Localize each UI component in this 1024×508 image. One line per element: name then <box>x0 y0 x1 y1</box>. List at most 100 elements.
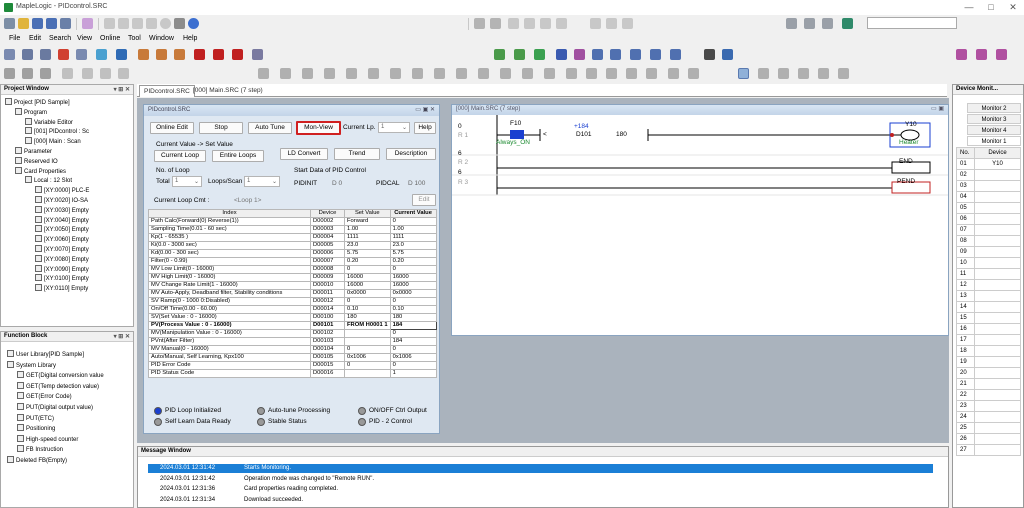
ld20-icon[interactable] <box>668 68 679 79</box>
blue1-icon[interactable] <box>556 49 567 60</box>
message-line[interactable]: 2024.03.01 12:31:42 Operation mode was ch… <box>148 475 933 484</box>
mon3-icon[interactable] <box>798 68 809 79</box>
grid-icon[interactable] <box>82 18 93 29</box>
table-row[interactable]: Filter(0 - 0.99) D00007 0.20 0.20 <box>148 257 437 266</box>
mon2-icon[interactable] <box>778 68 789 79</box>
ld8-icon[interactable] <box>412 68 423 79</box>
paste-icon[interactable] <box>132 18 143 29</box>
row-set-value[interactable]: 0.10 <box>344 305 391 314</box>
function-block-item[interactable]: System Library <box>7 360 56 371</box>
ladder-window-controls[interactable]: ▭ ▣ <box>931 105 944 112</box>
tool2-icon[interactable] <box>156 49 167 60</box>
cut-icon[interactable] <box>104 18 115 29</box>
project-tree-item[interactable]: Local : 12 Slot <box>25 176 72 186</box>
row-set-value[interactable]: 16000 <box>344 281 391 290</box>
device-row[interactable]: 13 <box>956 290 1021 302</box>
device-row[interactable]: 12 <box>956 279 1021 291</box>
table-row[interactable]: PID Error Code D00015 0 0 <box>148 361 437 370</box>
table-row[interactable]: Ki(0.0 - 3000 sec) D00005 23.0 23.0 <box>148 241 437 250</box>
print-icon[interactable] <box>174 18 185 29</box>
row-set-value[interactable]: 0x0000 <box>344 289 391 298</box>
table-row[interactable]: MV Auto-Apply, Deadband filter, Stabilit… <box>148 289 437 298</box>
device-row[interactable]: 09 <box>956 246 1021 258</box>
undo-icon[interactable] <box>474 18 485 29</box>
coil-icon[interactable] <box>40 49 51 60</box>
project-tree-item[interactable]: Variable Editor <box>25 117 73 128</box>
edit-tool-icon[interactable] <box>508 18 519 29</box>
close-button[interactable]: ✕ <box>1006 2 1020 13</box>
function-block-item[interactable]: Positioning <box>17 424 55 434</box>
ld11-icon[interactable] <box>478 68 489 79</box>
ld9-icon[interactable] <box>434 68 445 79</box>
write-icon[interactable] <box>76 49 87 60</box>
device-row[interactable]: 06 <box>956 213 1021 225</box>
function-block-item[interactable]: User Library[PID Sample] <box>7 350 84 360</box>
row-set-value[interactable] <box>344 337 391 346</box>
row-set-value[interactable]: 16000 <box>344 273 391 282</box>
table-row[interactable]: PV(Process Value : 0 - 16000) D00101 FROM … <box>148 321 437 330</box>
help-button[interactable]: Help <box>414 122 436 134</box>
row-set-value[interactable]: 0 <box>344 345 391 354</box>
tool4-icon[interactable] <box>252 49 263 60</box>
device-row[interactable]: 18 <box>956 345 1021 357</box>
blue5-icon[interactable] <box>670 49 681 60</box>
project-tree-item[interactable]: [XY:0000] PLC-E <box>35 186 89 196</box>
row-set-value[interactable]: Forward <box>344 217 391 226</box>
row-set-value[interactable]: 23.0 <box>344 241 391 250</box>
blue4-icon[interactable] <box>650 49 661 60</box>
ld21-icon[interactable] <box>688 68 699 79</box>
table-row[interactable]: Auto/Manual, Self Learning, Kpx100 D00105… <box>148 353 437 362</box>
delete-icon[interactable] <box>146 18 157 29</box>
device-row[interactable]: 14 <box>956 301 1021 313</box>
stop-button[interactable]: Stop <box>199 122 243 134</box>
tab-pidcontrol[interactable]: PIDcontrol.SRC <box>139 85 195 97</box>
contact-f10[interactable] <box>510 130 524 139</box>
device-row[interactable]: 05 <box>956 202 1021 214</box>
table-row[interactable]: MV High Limit(0 - 16000) D00009 16000 16000 <box>148 273 437 282</box>
row-set-value[interactable]: 1111 <box>344 233 391 242</box>
ld1-icon[interactable] <box>258 68 269 79</box>
function-block-item[interactable]: PUT(Digital output value) <box>17 403 93 413</box>
row-set-value[interactable] <box>344 369 391 378</box>
project-tree-item[interactable]: [XY:0020] IO-SA <box>35 196 88 206</box>
tool3-icon[interactable] <box>174 49 185 60</box>
row-set-value[interactable]: 0 <box>344 297 391 306</box>
red2-icon[interactable] <box>213 49 224 60</box>
mon4-icon[interactable] <box>818 68 829 79</box>
row-set-value[interactable]: 5.75 <box>344 249 391 258</box>
online-icon[interactable] <box>786 18 797 29</box>
row-set-value[interactable]: FROM H0001 1 <box>344 321 391 330</box>
project-tree-item[interactable]: Card Properties <box>15 166 66 177</box>
row-set-value[interactable]: 0.20 <box>344 257 391 266</box>
ld5-icon[interactable] <box>346 68 357 79</box>
project-tree-item[interactable]: [XY:0080] Empty <box>35 254 89 265</box>
device-row[interactable]: 02 <box>956 169 1021 181</box>
project-tree-item[interactable]: Reserved IO <box>15 156 58 167</box>
menu-search[interactable]: Search <box>49 35 71 42</box>
device-row[interactable]: 01 Y10 <box>956 158 1021 170</box>
project-tree-item[interactable]: [XY:0040] Empty <box>35 215 89 226</box>
gray2-icon[interactable] <box>82 68 93 79</box>
copy-icon[interactable] <box>118 18 129 29</box>
table-row[interactable]: MV Manual(0 - 16000) D00104 0 0 <box>148 345 437 354</box>
green3-icon[interactable] <box>534 49 545 60</box>
menu-window[interactable]: Window <box>149 35 174 42</box>
table-row[interactable]: Sampling Time(0.01 - 60 sec) D00003 1.00 1.… <box>148 225 437 234</box>
row-set-value[interactable]: 180 <box>344 313 391 322</box>
device-row[interactable]: 27 <box>956 444 1021 456</box>
zoom-out-icon[interactable] <box>22 68 33 79</box>
toolbar-combo[interactable] <box>867 17 957 29</box>
device-row[interactable]: 25 <box>956 422 1021 434</box>
ld4-icon[interactable] <box>324 68 335 79</box>
table-row[interactable]: PVnt(After Filter) D00103 184 <box>148 337 437 346</box>
project-tree-item[interactable]: [001] PIDcontrol : Sc <box>25 127 89 137</box>
red1-icon[interactable] <box>194 49 205 60</box>
menu-tool[interactable]: Tool <box>128 35 141 42</box>
save-icon[interactable] <box>32 18 43 29</box>
panel-buttons[interactable]: ▾ ⊞ ✕ <box>114 333 130 340</box>
table-row[interactable]: MV Low Limit(0 - 16000) D00008 0 0 <box>148 265 437 274</box>
device-row[interactable]: 03 <box>956 180 1021 192</box>
device-row[interactable]: 07 <box>956 224 1021 236</box>
tab-main[interactable]: [000] Main.SRC (7 step) <box>189 85 267 97</box>
row-set-value[interactable] <box>344 329 391 338</box>
